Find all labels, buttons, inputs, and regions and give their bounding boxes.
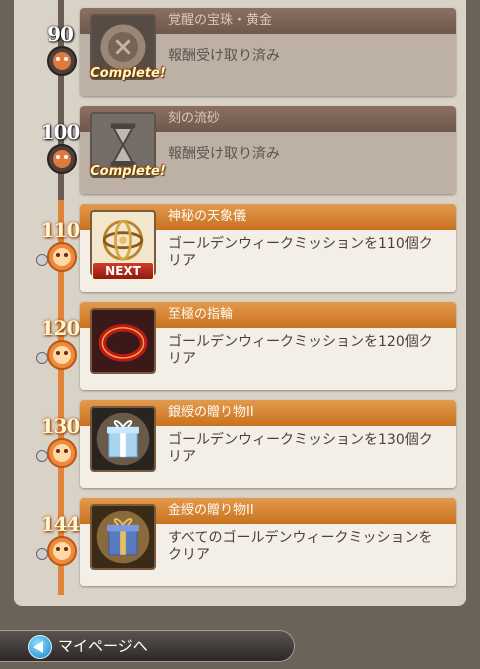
mascot-icon xyxy=(47,536,77,566)
next-badge: NEXT xyxy=(92,262,154,280)
mission-description: 報酬受け取り済み xyxy=(168,48,280,64)
mission-card[interactable]: 刻の流砂 報酬受け取り済み Complete! xyxy=(80,106,456,194)
back-arrow-icon xyxy=(28,635,52,659)
back-label: マイページへ xyxy=(58,637,148,655)
complete-badge: Complete! xyxy=(90,164,166,179)
mission-description: ゴールデンウィークミッションを130個クリア xyxy=(168,432,433,465)
mission-description: すべてのゴールデンウィークミッションをクリア xyxy=(168,530,433,563)
mascot-icon xyxy=(47,242,77,272)
complete-badge: Complete! xyxy=(90,66,166,81)
mission-card[interactable]: 銀綬の贈り物II ゴールデンウィークミッションを130個クリア xyxy=(80,400,456,488)
mission-card[interactable]: 覚醒の宝珠・黄金 報酬受け取り済み Complete! xyxy=(80,8,456,96)
mission-card[interactable]: 神秘の天象儀 ゴールデンウィークミッションを110個クリア NEXT xyxy=(80,204,456,292)
mascot-icon xyxy=(47,438,77,468)
back-to-mypage-button[interactable]: マイページへ xyxy=(0,630,295,662)
gold-gift-box-icon xyxy=(90,504,156,570)
mascot-icon xyxy=(47,46,77,76)
red-ring-icon xyxy=(90,308,156,374)
mascot-icon xyxy=(47,340,77,370)
mission-card[interactable]: 至極の指輪 ゴールデンウィークミッションを120個クリア xyxy=(80,302,456,390)
mission-card[interactable]: 金綬の贈り物II すべてのゴールデンウィークミッションをクリア xyxy=(80,498,456,586)
mission-description: ゴールデンウィークミッションを110個クリア xyxy=(168,236,433,269)
silver-gift-box-icon xyxy=(90,406,156,472)
mission-description: ゴールデンウィークミッションを120個クリア xyxy=(168,334,433,367)
mission-description: 報酬受け取り済み xyxy=(168,146,280,162)
mascot-icon xyxy=(47,144,77,174)
